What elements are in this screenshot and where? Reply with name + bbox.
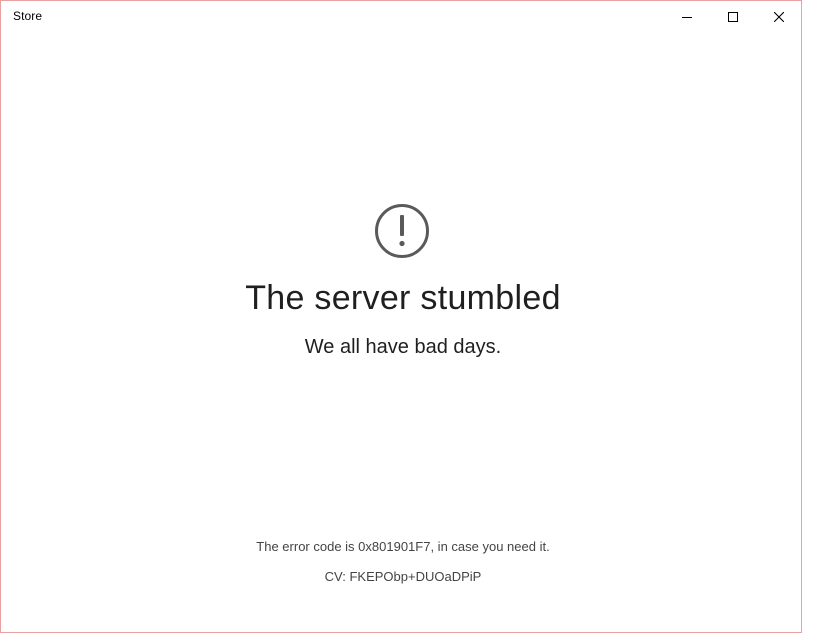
close-button[interactable] xyxy=(756,1,802,33)
error-headline: The server stumbled xyxy=(245,279,561,317)
minimize-icon xyxy=(682,12,692,22)
minimize-button[interactable] xyxy=(664,1,710,33)
error-code-text: The error code is 0x801901F7, in case yo… xyxy=(256,539,550,554)
title-bar[interactable]: Store xyxy=(1,1,801,33)
close-icon xyxy=(774,12,784,22)
error-subhead: We all have bad days. xyxy=(304,336,502,358)
exclamation-circle-icon xyxy=(374,203,430,259)
error-page: The server stumbled We all have bad days… xyxy=(1,33,801,632)
maximize-icon xyxy=(728,12,738,22)
window-title: Store xyxy=(13,9,43,23)
store-window: Store The server stumbled We all have ba… xyxy=(0,0,802,633)
correlation-vector-text: CV: FKEPObp+DUOaDPiP xyxy=(324,569,482,584)
maximize-button[interactable] xyxy=(710,1,756,33)
